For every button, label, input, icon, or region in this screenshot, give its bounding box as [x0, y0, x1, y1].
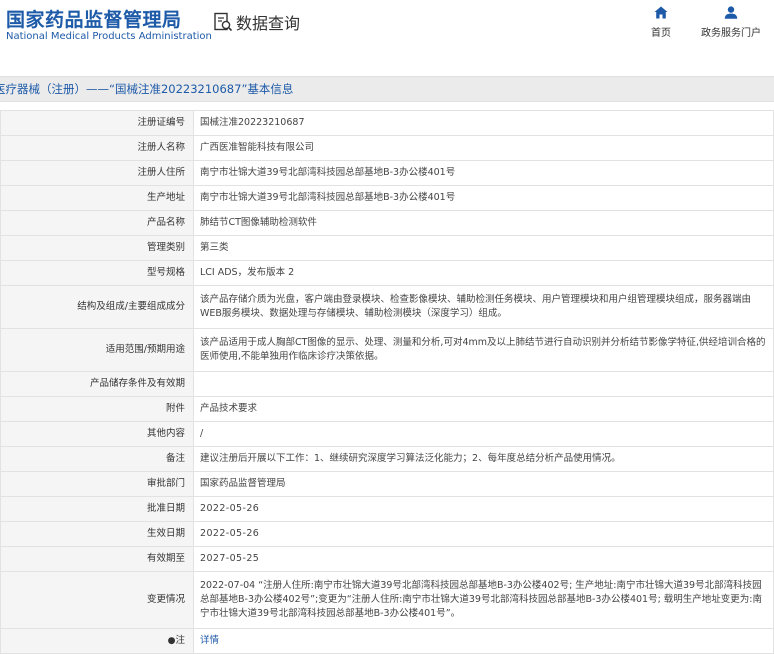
row-label: 附件: [0, 396, 194, 422]
table-row: 生效日期 2022-05-26: [0, 521, 774, 547]
table-row: ●注 详情: [0, 628, 774, 654]
user-icon: [724, 6, 738, 19]
row-value: 广西医准智能科技有限公司: [193, 135, 774, 161]
row-value: 南宁市壮锦大道39号北部湾科技园总部基地B-3办公楼401号: [193, 185, 774, 211]
row-label: 产品名称: [0, 210, 194, 236]
row-value: [193, 371, 774, 397]
row-value: 南宁市壮锦大道39号北部湾科技园总部基地B-3办公楼401号: [193, 160, 774, 186]
home-icon: [654, 6, 668, 19]
record-title-bar: 医疗器械（注册）——“国械注准20223210687”基本信息: [0, 76, 774, 102]
table-row: 产品储存条件及有效期: [0, 371, 774, 397]
row-value: 详情: [193, 628, 774, 654]
data-query-label: 数据查询: [236, 14, 301, 33]
row-label: 适用范围/预期用途: [0, 328, 194, 372]
row-value: /: [193, 421, 774, 447]
site-header: 国家药品监督管理局 National Medical Products Admi…: [0, 0, 774, 58]
nav-service-portal[interactable]: 政务服务门户: [700, 6, 762, 39]
row-value: 肺结节CT图像辅助检测软件: [193, 210, 774, 236]
row-label: 批准日期: [0, 496, 194, 522]
table-row: 变更情况 2022-07-04 “注册人住所:南宁市壮锦大道39号北部湾科技园总…: [0, 571, 774, 629]
nav-home[interactable]: 首页: [650, 6, 672, 39]
row-label: 生效日期: [0, 521, 194, 547]
row-label: 注册证编号: [0, 110, 194, 136]
table-row: 附件 产品技术要求: [0, 396, 774, 422]
table-row: 注册人住所 南宁市壮锦大道39号北部湾科技园总部基地B-3办公楼401号: [0, 160, 774, 186]
row-label-note: ●注: [0, 628, 194, 654]
row-label: 备注: [0, 446, 194, 472]
details-link[interactable]: 详情: [200, 635, 219, 646]
table-row: 产品名称 肺结节CT图像辅助检测软件: [0, 210, 774, 236]
table-row: 批准日期 2022-05-26: [0, 496, 774, 522]
table-row: 生产地址 南宁市壮锦大道39号北部湾科技园总部基地B-3办公楼401号: [0, 185, 774, 211]
row-value: 国械注准20223210687: [193, 110, 774, 136]
row-label: 变更情况: [0, 571, 194, 629]
row-label: 其他内容: [0, 421, 194, 447]
table-row: 适用范围/预期用途 该产品适用于成人胸部CT图像的显示、处理、测量和分析,可对4…: [0, 328, 774, 372]
row-value: 产品技术要求: [193, 396, 774, 422]
row-value: 该产品存储介质为光盘，客户端由登录模块、检查影像模块、辅助检测任务模块、用户管理…: [193, 285, 774, 329]
row-label: 管理类别: [0, 235, 194, 261]
row-value: LCI ADS，发布版本 2: [193, 260, 774, 286]
row-label-text: 注: [175, 635, 185, 646]
row-label: 结构及组成/主要组成成分: [0, 285, 194, 329]
row-value: 国家药品监督管理局: [193, 471, 774, 497]
logo-subtitle: National Medical Products Administration: [6, 31, 212, 42]
row-label: 产品储存条件及有效期: [0, 371, 194, 397]
row-value: 建议注册后开展以下工作：1、继续研究深度学习算法泛化能力；2、每年度总结分析产品…: [193, 446, 774, 472]
row-value: 第三类: [193, 235, 774, 261]
row-value: 2022-05-26: [193, 521, 774, 547]
registration-info-table: 注册证编号 国械注准20223210687 注册人名称 广西医准智能科技有限公司…: [0, 110, 774, 654]
logo-title[interactable]: 国家药品监督管理局: [6, 5, 182, 32]
nav-home-label: 首页: [651, 28, 671, 39]
row-label: 有效期至: [0, 546, 194, 572]
table-row: 型号规格 LCI ADS，发布版本 2: [0, 260, 774, 286]
table-row: 备注 建议注册后开展以下工作：1、继续研究深度学习算法泛化能力；2、每年度总结分…: [0, 446, 774, 472]
table-row: 有效期至 2027-05-25: [0, 546, 774, 572]
search-document-icon: [214, 12, 233, 32]
row-label: 型号规格: [0, 260, 194, 286]
row-value: 2022-07-04 “注册人住所:南宁市壮锦大道39号北部湾科技园总部基地B-…: [193, 571, 774, 629]
table-row: 注册证编号 国械注准20223210687: [0, 110, 774, 136]
row-value: 2027-05-25: [193, 546, 774, 572]
row-value: 该产品适用于成人胸部CT图像的显示、处理、测量和分析,可对4mm及以上肺结节进行…: [193, 328, 774, 372]
data-query-link[interactable]: 数据查询: [213, 10, 300, 34]
row-label: 生产地址: [0, 185, 194, 211]
table-row: 审批部门 国家药品监督管理局: [0, 471, 774, 497]
table-row: 结构及组成/主要组成成分 该产品存储介质为光盘，客户端由登录模块、检查影像模块、…: [0, 285, 774, 329]
nav-service-portal-label: 政务服务门户: [701, 28, 761, 39]
row-label: 注册人住所: [0, 160, 194, 186]
row-label: 审批部门: [0, 471, 194, 497]
record-title: 医疗器械（注册）——“国械注准20223210687”基本信息: [0, 82, 294, 96]
table-row: 注册人名称 广西医准智能科技有限公司: [0, 135, 774, 161]
table-row: 管理类别 第三类: [0, 235, 774, 261]
row-value: 2022-05-26: [193, 496, 774, 522]
table-row: 其他内容 /: [0, 421, 774, 447]
row-label: 注册人名称: [0, 135, 194, 161]
